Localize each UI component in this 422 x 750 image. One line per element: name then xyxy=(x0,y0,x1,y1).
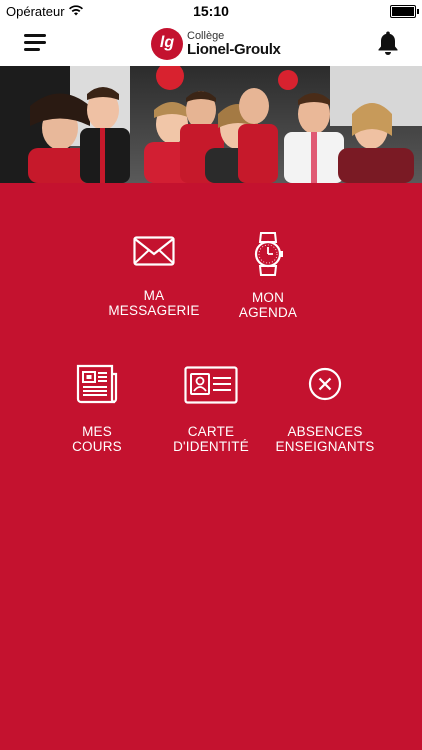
tile-mon-agenda-line2: AGENDA xyxy=(238,305,298,320)
tile-absences-enseignants-line1: ABSENCES xyxy=(287,424,363,439)
tile-mes-cours[interactable]: MES COURS xyxy=(47,364,147,454)
nav-bar: lg Collège Lionel-Groulx xyxy=(0,22,422,67)
menu-button[interactable] xyxy=(24,34,46,52)
newspaper-icon xyxy=(76,364,118,404)
tile-carte-identite-line1: CARTE xyxy=(187,424,235,439)
clock: 15:10 xyxy=(193,3,229,19)
tile-mes-cours-line1: MES xyxy=(82,424,112,439)
envelope-icon xyxy=(133,236,175,266)
tile-absences-enseignants[interactable]: ABSENCES ENSEIGNANTS xyxy=(272,366,378,454)
notifications-button[interactable] xyxy=(376,30,400,56)
tile-mon-agenda-line1: MON xyxy=(251,290,285,305)
bell-icon xyxy=(378,31,398,55)
tile-carte-identite[interactable]: CARTE D'IDENTITÉ xyxy=(160,366,262,454)
college-logo: lg Collège Lionel-Groulx xyxy=(151,28,281,60)
tile-ma-messagerie-line2: MESSAGERIE xyxy=(108,303,200,318)
hamburger-icon xyxy=(24,34,46,37)
logo-line2: Lionel-Groulx xyxy=(187,41,281,58)
tile-absences-enseignants-line2: ENSEIGNANTS xyxy=(275,439,375,454)
tile-mes-cours-line2: COURS xyxy=(72,439,122,454)
tile-ma-messagerie-line1: MA xyxy=(143,288,165,303)
group-photo-image xyxy=(0,66,422,183)
battery-icon xyxy=(390,5,419,18)
id-card-icon xyxy=(184,366,238,404)
watch-icon xyxy=(254,232,283,276)
tile-mon-agenda[interactable]: MON AGENDA xyxy=(218,232,318,320)
status-bar: Opérateur 15:10 xyxy=(0,0,422,22)
logo-mark: lg xyxy=(151,28,183,60)
x-circle-icon xyxy=(308,367,342,401)
tile-carte-identite-line2: D'IDENTITÉ xyxy=(173,439,249,454)
hero-photo xyxy=(0,66,422,183)
tile-ma-messagerie[interactable]: MA MESSAGERIE xyxy=(104,236,204,318)
